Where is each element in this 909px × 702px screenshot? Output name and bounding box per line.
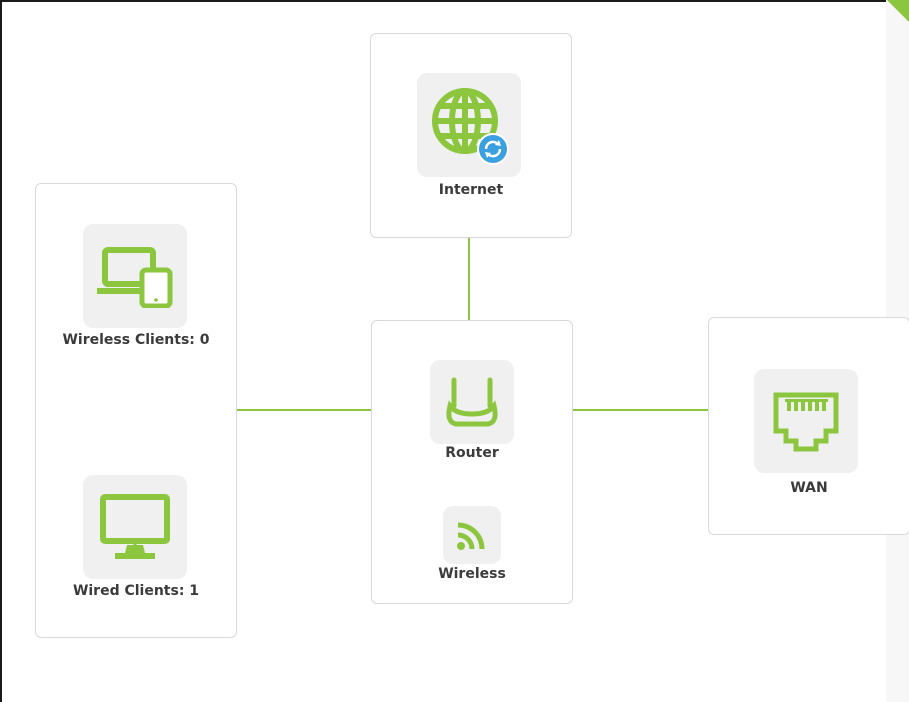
wired-clients-label: Wired Clients: 1 xyxy=(72,583,200,599)
internet-card: Internet xyxy=(370,33,572,238)
link-router-wan xyxy=(573,409,708,411)
router-card: Router Wireless xyxy=(371,320,573,604)
devices-icon xyxy=(97,247,173,308)
refresh-badge-icon xyxy=(477,133,509,165)
frame-border-left xyxy=(0,0,2,702)
frame-border-top xyxy=(0,0,886,2)
wired-clients-button[interactable] xyxy=(83,475,187,579)
wan-label: WAN xyxy=(790,480,828,496)
router-button[interactable] xyxy=(430,360,514,444)
wan-card: WAN xyxy=(708,317,909,535)
router-label: Router xyxy=(445,445,499,461)
wan-button[interactable] xyxy=(754,369,858,473)
wireless-button[interactable] xyxy=(443,506,501,564)
router-icon xyxy=(446,377,498,427)
internet-button[interactable] xyxy=(417,73,521,177)
wireless-clients-button[interactable] xyxy=(83,224,187,328)
link-internet-router xyxy=(468,237,470,321)
wifi-icon xyxy=(457,522,485,550)
internet-label: Internet xyxy=(438,182,504,198)
link-clients-router xyxy=(237,409,371,411)
corner-accent xyxy=(887,0,909,22)
monitor-icon xyxy=(100,494,170,559)
globe-icon xyxy=(432,88,509,165)
wireless-label: Wireless xyxy=(438,566,506,582)
ethernet-port-icon xyxy=(773,392,839,452)
wireless-clients-label: Wireless Clients: 0 xyxy=(62,332,210,348)
clients-card: Wireless Clients: 0 Wired Clients: 1 xyxy=(35,183,237,638)
